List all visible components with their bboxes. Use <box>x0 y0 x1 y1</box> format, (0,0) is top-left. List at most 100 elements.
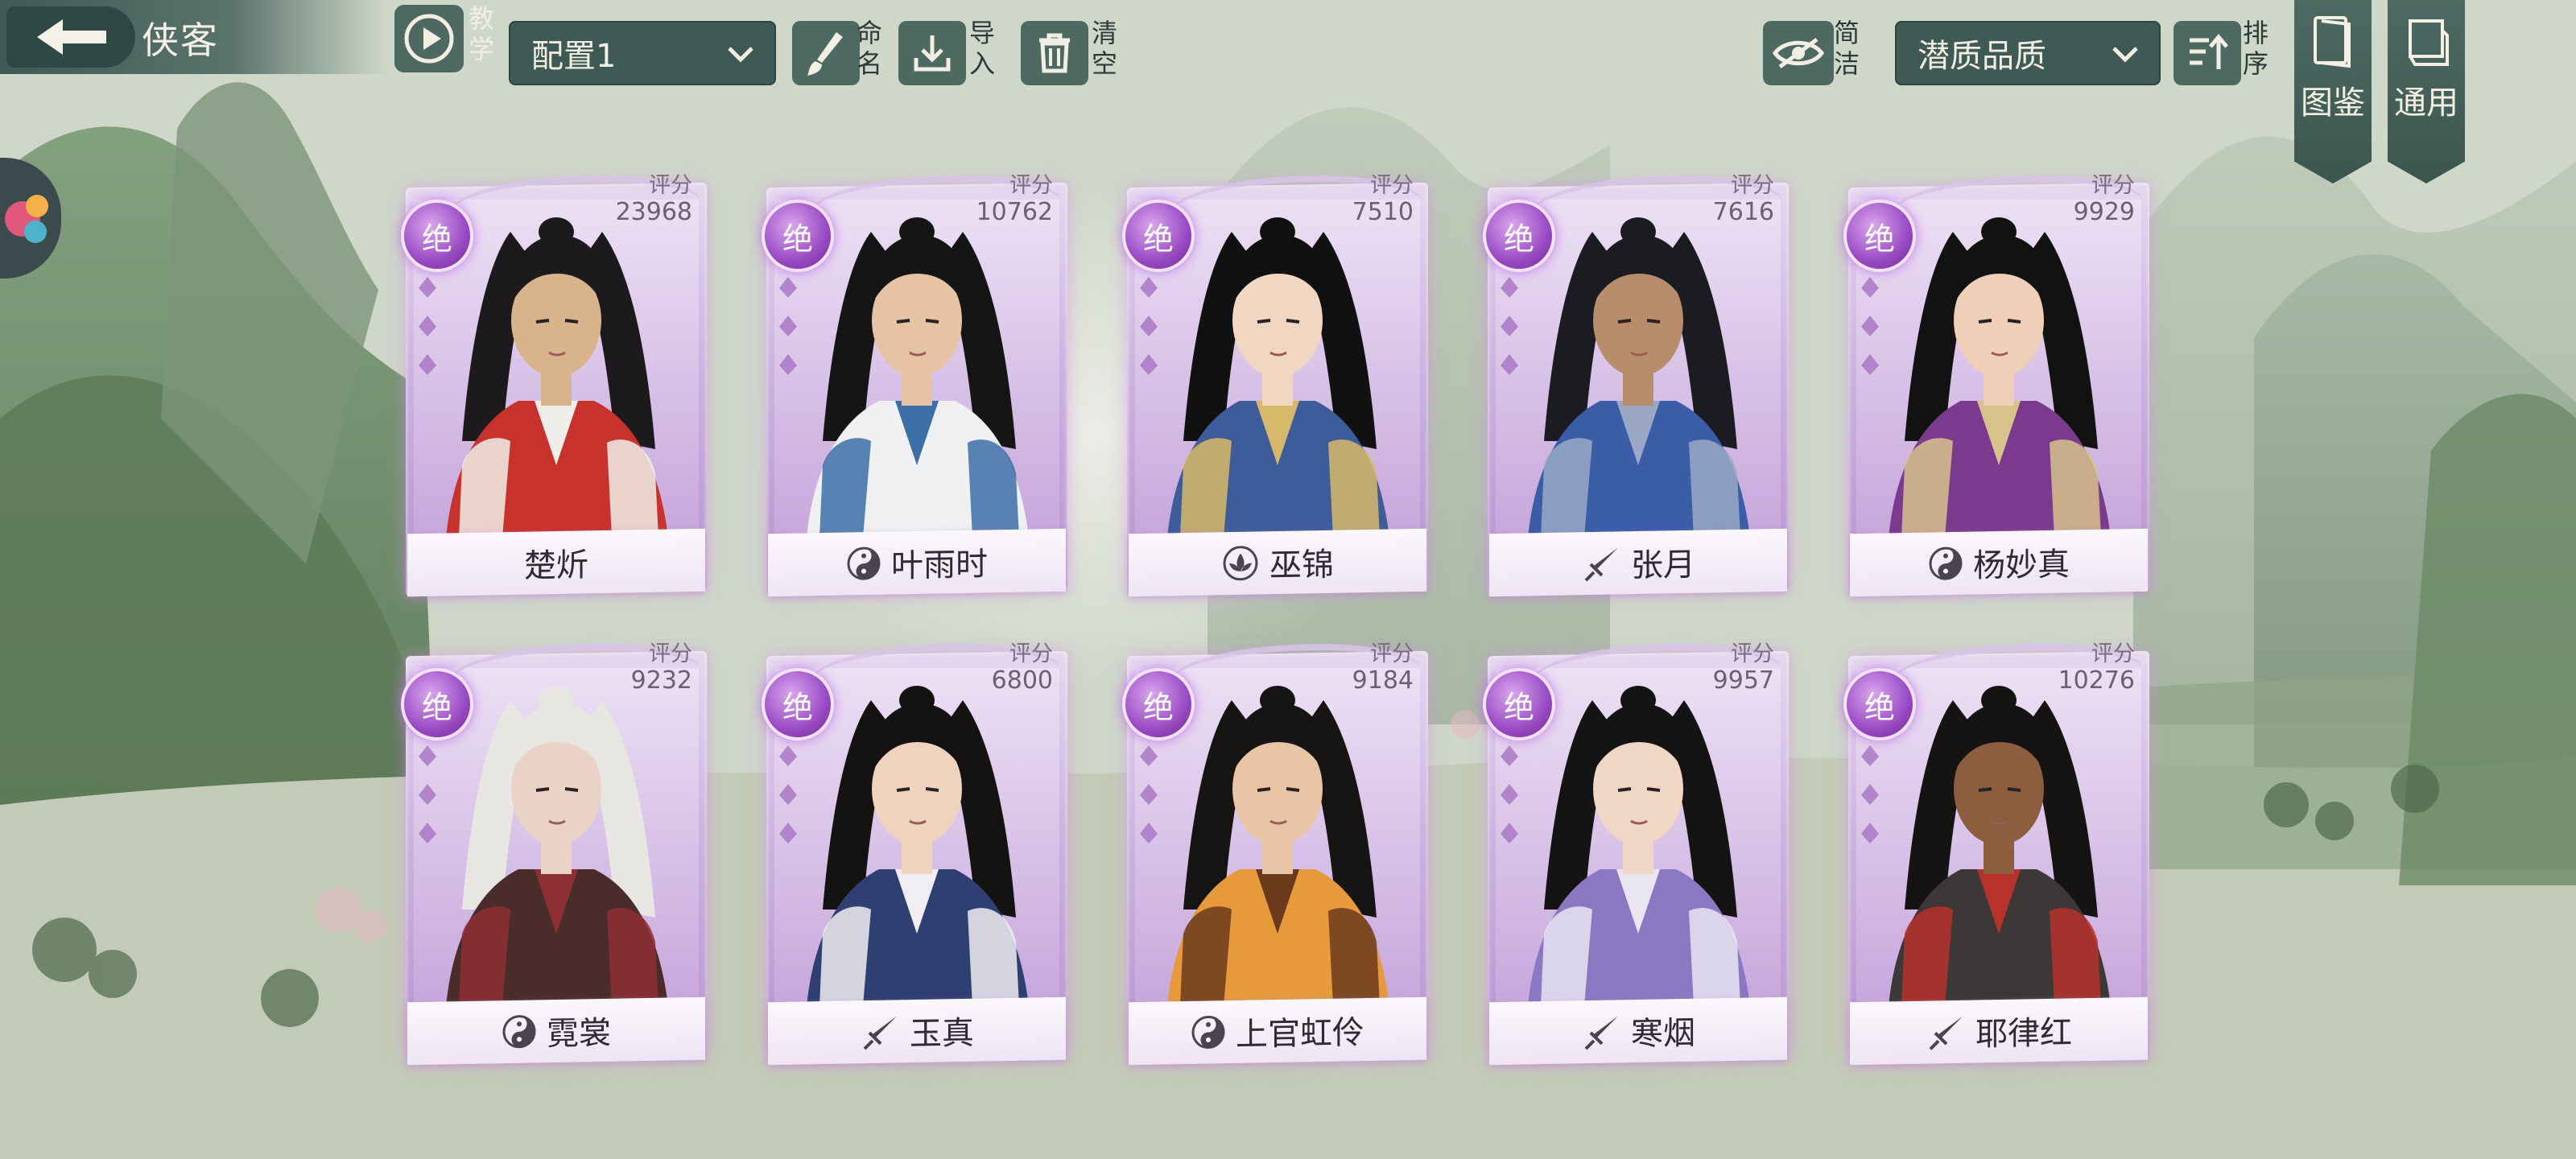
potential-marks <box>417 744 449 845</box>
potential-marks <box>1860 744 1892 845</box>
character-name: 玉真 <box>910 1014 974 1054</box>
rank-badge: 绝 <box>762 668 834 740</box>
potential-mark-icon <box>779 277 797 298</box>
score-value: 9232 <box>630 666 692 695</box>
rank-badge: 绝 <box>1122 200 1195 272</box>
potential-mark-icon <box>419 316 436 336</box>
potential-mark-icon <box>779 784 797 805</box>
card-name-bar: 上官虹伶 <box>1129 996 1426 1066</box>
character-name: 霓裳 <box>547 1014 611 1054</box>
card-name-bar: 玉真 <box>768 996 1066 1066</box>
character-card[interactable]: 绝 评分 9184 上官虹伶 <box>1122 636 1431 1077</box>
score-value: 23968 <box>615 198 692 226</box>
character-name: 楚炘 <box>524 547 588 585</box>
potential-marks <box>1499 744 1531 845</box>
card-name-bar: 寒烟 <box>1489 996 1787 1066</box>
potential-mark-icon <box>1861 316 1879 336</box>
character-card[interactable]: 绝 评分 23968 楚炘 <box>401 167 710 608</box>
tutorial-button[interactable] <box>394 5 464 72</box>
card-name-bar: 张月 <box>1489 528 1787 597</box>
card-name-bar: 杨妙真 <box>1850 528 2148 597</box>
card-name-bar: 巫锦 <box>1129 528 1426 597</box>
potential-mark-icon <box>1861 784 1879 805</box>
character-card[interactable]: 绝 评分 6800 玉真 <box>762 636 1071 1077</box>
card-name-bar: 霓裳 <box>407 996 705 1066</box>
score-label: 评分 <box>1370 641 1414 666</box>
clear-button[interactable] <box>1021 21 1088 85</box>
potential-mark-icon <box>1861 823 1879 843</box>
potential-marks <box>1138 744 1170 845</box>
potential-mark-icon <box>1501 823 1518 843</box>
character-name: 叶雨时 <box>891 546 988 585</box>
import-button[interactable] <box>898 21 966 85</box>
rename-label: 命名 <box>856 18 882 79</box>
potential-marks <box>778 744 810 845</box>
chevron-down-icon <box>728 47 753 63</box>
potential-mark-icon <box>419 277 436 298</box>
score-label: 评分 <box>1731 641 1774 666</box>
potential-mark-icon <box>1140 823 1158 843</box>
rank-badge: 绝 <box>1843 200 1916 272</box>
potential-mark-icon <box>1861 277 1879 298</box>
config-select[interactable]: 配置1 <box>509 21 776 85</box>
sort-select-value: 潜质品质 <box>1918 38 2046 75</box>
potential-mark-icon <box>1140 745 1158 766</box>
score-label: 评分 <box>1731 173 1774 198</box>
potential-mark-icon <box>1501 745 1518 766</box>
character-card[interactable]: 绝 评分 9957 寒烟 <box>1483 636 1792 1077</box>
sort-select[interactable]: 潜质品质 <box>1895 21 2161 85</box>
potential-mark-icon <box>1861 354 1879 375</box>
rank-badge: 绝 <box>762 200 834 272</box>
score-label: 评分 <box>1009 641 1053 666</box>
character-card[interactable]: 绝 评分 10762 叶雨时 <box>762 167 1071 608</box>
rename-button[interactable] <box>792 21 860 85</box>
score-label: 评分 <box>2091 173 2135 198</box>
score-value: 7510 <box>1352 198 1414 226</box>
simple-view-label: 简洁 <box>1833 18 1860 79</box>
card-name-bar: 叶雨时 <box>768 528 1066 597</box>
yin-yang-icon <box>1191 1015 1225 1050</box>
potential-mark-icon <box>1501 277 1518 298</box>
rank-badge: 绝 <box>1483 668 1555 740</box>
sword-icon <box>1929 1016 1963 1050</box>
potential-mark-icon <box>779 354 797 375</box>
back-button[interactable] <box>6 6 135 68</box>
atlas-banner-button[interactable]: 图鉴 <box>2294 0 2372 184</box>
score-value: 6800 <box>991 666 1053 695</box>
character-name: 上官虹伶 <box>1236 1014 1364 1054</box>
trash-icon <box>1039 33 1070 73</box>
play-icon <box>404 14 454 64</box>
yin-yang-icon <box>502 1015 536 1049</box>
potential-mark-icon <box>1140 354 1158 375</box>
character-card[interactable]: 绝 评分 10276 耶律红 <box>1843 636 2153 1077</box>
back-arrow-icon <box>37 19 106 55</box>
character-name: 杨妙真 <box>1973 546 2070 585</box>
page-title: 侠客 <box>142 19 219 62</box>
potential-marks <box>1499 275 1531 377</box>
potential-mark-icon <box>419 354 436 375</box>
potential-mark-icon <box>419 745 436 766</box>
sort-order-button[interactable] <box>2174 21 2241 85</box>
simple-view-button[interactable] <box>1763 21 1834 85</box>
import-label: 导入 <box>968 18 995 79</box>
character-card[interactable]: 绝 评分 9929 杨妙真 <box>1843 167 2153 608</box>
potential-mark-icon <box>1861 745 1879 766</box>
character-card[interactable]: 绝 评分 7616 张月 <box>1483 167 1792 608</box>
sort-order-label: 排序 <box>2242 18 2268 79</box>
sword-icon <box>1584 1016 1618 1050</box>
yin-yang-icon <box>847 547 881 580</box>
potential-marks <box>1138 275 1170 377</box>
potential-mark-icon <box>1501 354 1518 375</box>
score-value: 9957 <box>1712 666 1774 695</box>
rank-badge: 绝 <box>401 668 473 740</box>
score-label: 评分 <box>2091 641 2135 666</box>
potential-mark-icon <box>1140 316 1158 336</box>
petal-icon <box>5 195 48 243</box>
character-card[interactable]: 绝 评分 7510 巫锦 <box>1122 167 1431 608</box>
general-banner-button[interactable]: 通用 <box>2388 0 2465 184</box>
potential-mark-icon <box>779 745 797 766</box>
sort-icon <box>2190 34 2228 69</box>
config-select-value: 配置1 <box>531 38 617 75</box>
character-card[interactable]: 绝 评分 9232 霓裳 <box>401 636 710 1077</box>
sword-icon <box>863 1016 897 1050</box>
